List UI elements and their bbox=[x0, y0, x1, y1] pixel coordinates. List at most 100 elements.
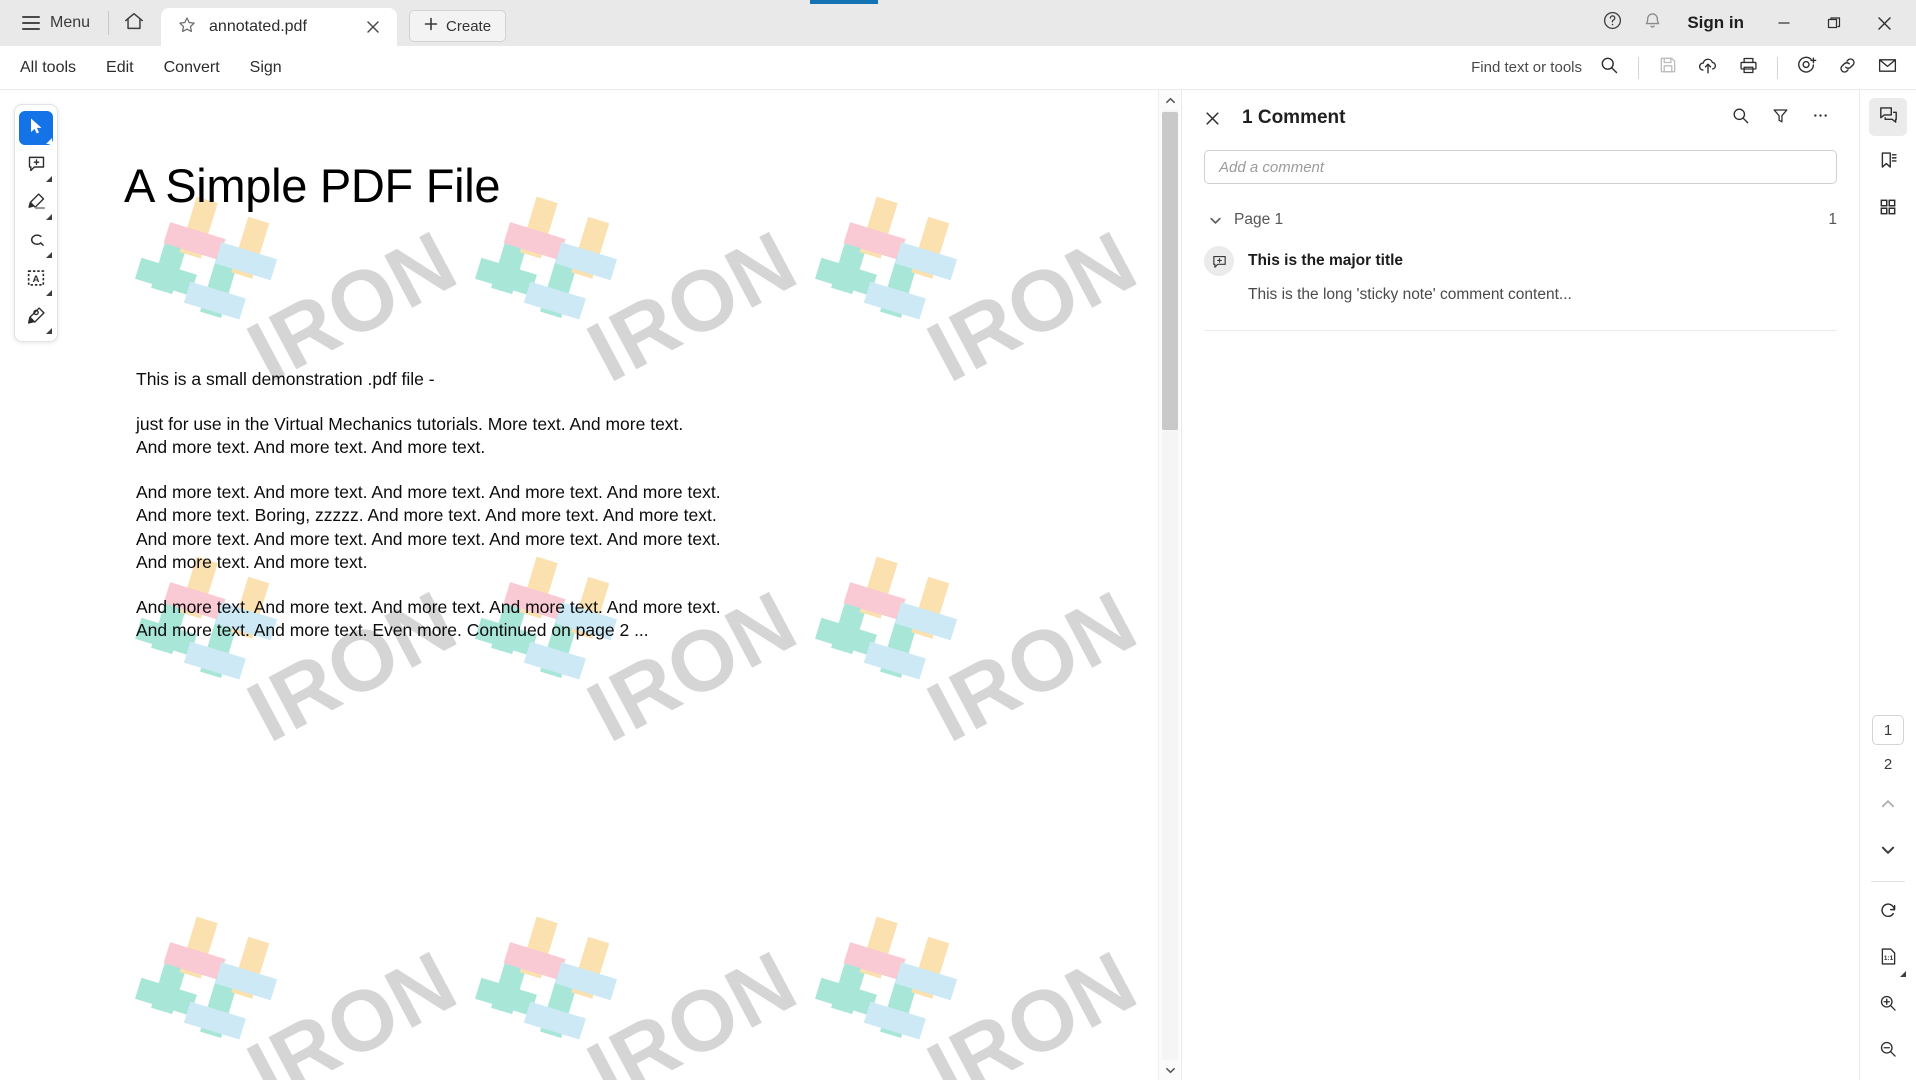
add-stamp-icon bbox=[1796, 54, 1818, 81]
sign-in-button[interactable]: Sign in bbox=[1673, 13, 1758, 33]
comments-header-actions bbox=[1723, 101, 1837, 135]
add-stamp-button[interactable] bbox=[1788, 49, 1826, 87]
comments-panel: 1 Comment Add a comment Page 1 1 This is… bbox=[1181, 90, 1859, 1080]
current-page-indicator[interactable]: 1 bbox=[1872, 715, 1904, 745]
previous-page-button[interactable] bbox=[1869, 787, 1907, 825]
divider bbox=[1204, 330, 1837, 331]
bookmarks-icon-button[interactable] bbox=[1869, 144, 1907, 182]
window-minimize-button[interactable] bbox=[1760, 0, 1808, 46]
toolbar-menu: All tools Edit Convert Sign bbox=[0, 53, 296, 83]
signature-tool-button[interactable] bbox=[19, 301, 53, 335]
scroll-up-button[interactable] bbox=[1159, 90, 1181, 110]
chevron-corner-icon bbox=[46, 138, 52, 144]
title-bar-right: Sign in bbox=[1593, 0, 1916, 46]
filter-icon bbox=[1771, 106, 1790, 130]
watermark-layer: IRON bbox=[0, 90, 1158, 1080]
tab-close-button[interactable] bbox=[363, 17, 383, 37]
toolbar-item-all-tools[interactable]: All tools bbox=[6, 53, 90, 83]
zoom-out-button[interactable] bbox=[1869, 1032, 1907, 1070]
chevron-corner-icon bbox=[46, 328, 52, 334]
comment-item[interactable]: This is the major title This is the long… bbox=[1182, 234, 1859, 324]
zoom-out-icon bbox=[1878, 1039, 1898, 1064]
toolbar-item-edit[interactable]: Edit bbox=[92, 53, 148, 83]
draw-oval-tool-button[interactable] bbox=[19, 225, 53, 259]
comments-group-page-1[interactable]: Page 1 1 bbox=[1182, 206, 1859, 234]
pdf-paragraph-1: This is a small demonstration .pdf file … bbox=[136, 369, 435, 389]
zoom-in-button[interactable] bbox=[1869, 986, 1907, 1024]
oval-draw-icon bbox=[26, 229, 47, 255]
page-number-2[interactable]: 2 bbox=[1872, 749, 1904, 779]
svg-text:1:1: 1:1 bbox=[1883, 955, 1893, 962]
toolbar-item-convert[interactable]: Convert bbox=[150, 53, 234, 83]
divider bbox=[1638, 56, 1639, 79]
comments-close-button[interactable] bbox=[1196, 102, 1228, 134]
sticky-note-icon bbox=[1204, 246, 1234, 276]
create-button[interactable]: Create bbox=[409, 10, 507, 42]
add-text-box-tool-button[interactable]: A bbox=[19, 263, 53, 297]
chevron-corner-icon bbox=[1900, 971, 1906, 977]
link-icon bbox=[1837, 55, 1858, 81]
comments-search-button[interactable] bbox=[1723, 101, 1757, 135]
main-toolbar: All tools Edit Convert Sign Find text or… bbox=[0, 46, 1916, 90]
add-comment-input[interactable]: Add a comment bbox=[1204, 150, 1837, 184]
mail-icon bbox=[1877, 55, 1898, 81]
scroll-down-button[interactable] bbox=[1159, 1060, 1181, 1080]
annotation-tool-rail: A bbox=[14, 104, 58, 342]
chevron-corner-icon bbox=[46, 290, 52, 296]
home-icon bbox=[123, 10, 145, 37]
tab-annotated-pdf[interactable]: annotated.pdf bbox=[161, 8, 398, 46]
tab-drag-indicator bbox=[810, 0, 878, 4]
cloud-upload-button[interactable] bbox=[1689, 49, 1727, 87]
menu-button[interactable]: Menu bbox=[10, 5, 102, 41]
scrollbar-thumb[interactable] bbox=[1162, 112, 1178, 430]
comment-title: This is the major title bbox=[1248, 252, 1404, 269]
divider bbox=[108, 11, 110, 35]
help-button[interactable] bbox=[1593, 4, 1631, 42]
page-thumbnails-icon-button[interactable] bbox=[1869, 190, 1907, 228]
star-icon[interactable] bbox=[177, 15, 197, 40]
tab-title: annotated.pdf bbox=[209, 18, 307, 35]
rotate-icon bbox=[1878, 900, 1899, 926]
help-circle-icon bbox=[1602, 10, 1623, 36]
cloud-upload-icon bbox=[1697, 54, 1719, 81]
title-bar-left: Menu annotated.pdf Create bbox=[0, 0, 507, 46]
more-options-icon bbox=[1811, 106, 1830, 130]
chevron-up-icon bbox=[1880, 796, 1896, 817]
right-side-rail: 1 2 1:1 bbox=[1859, 90, 1916, 1080]
add-comment-tool-button[interactable] bbox=[19, 149, 53, 183]
bell-icon bbox=[1642, 10, 1663, 36]
chevron-down-icon[interactable] bbox=[1204, 214, 1226, 227]
pdf-page-1: IRON A Simple PDF File This is a small d… bbox=[0, 90, 1158, 1080]
next-page-button[interactable] bbox=[1869, 833, 1907, 871]
comment-body: This is the long 'sticky note' comment c… bbox=[1248, 286, 1572, 303]
select-tool-button[interactable] bbox=[19, 111, 53, 145]
comments-panel-icon-button[interactable] bbox=[1869, 98, 1907, 136]
toolbar-item-sign[interactable]: Sign bbox=[236, 53, 296, 83]
hamburger-icon bbox=[22, 16, 40, 30]
title-bar: Menu annotated.pdf Create Sign in bbox=[0, 0, 1916, 46]
toolbar-right: Find text or tools bbox=[1471, 49, 1916, 87]
notifications-button[interactable] bbox=[1633, 4, 1671, 42]
comments-filter-button[interactable] bbox=[1763, 101, 1797, 135]
text-box-icon: A bbox=[25, 267, 47, 294]
link-button[interactable] bbox=[1828, 49, 1866, 87]
document-viewport[interactable]: IRON A Simple PDF File This is a small d… bbox=[0, 90, 1158, 1080]
highlighter-icon bbox=[26, 191, 47, 217]
comments-title: 1 Comment bbox=[1242, 107, 1346, 128]
fit-page-button[interactable]: 1:1 bbox=[1869, 940, 1907, 978]
window-restore-button[interactable] bbox=[1810, 0, 1858, 46]
search-button[interactable] bbox=[1590, 49, 1628, 87]
home-button[interactable] bbox=[115, 4, 153, 42]
plus-icon bbox=[424, 17, 438, 35]
print-button[interactable] bbox=[1729, 49, 1767, 87]
highlighter-tool-button[interactable] bbox=[19, 187, 53, 221]
pdf-heading: A Simple PDF File bbox=[124, 159, 501, 212]
window-close-button[interactable] bbox=[1860, 0, 1908, 46]
rotate-button[interactable] bbox=[1869, 894, 1907, 932]
document-scrollbar[interactable] bbox=[1158, 90, 1180, 1080]
save-button[interactable] bbox=[1649, 49, 1687, 87]
pdf-paragraph-4: And more text. And more text. And more t… bbox=[136, 597, 721, 641]
comments-more-button[interactable] bbox=[1803, 101, 1837, 135]
find-label[interactable]: Find text or tools bbox=[1471, 59, 1582, 76]
mail-button[interactable] bbox=[1868, 49, 1906, 87]
